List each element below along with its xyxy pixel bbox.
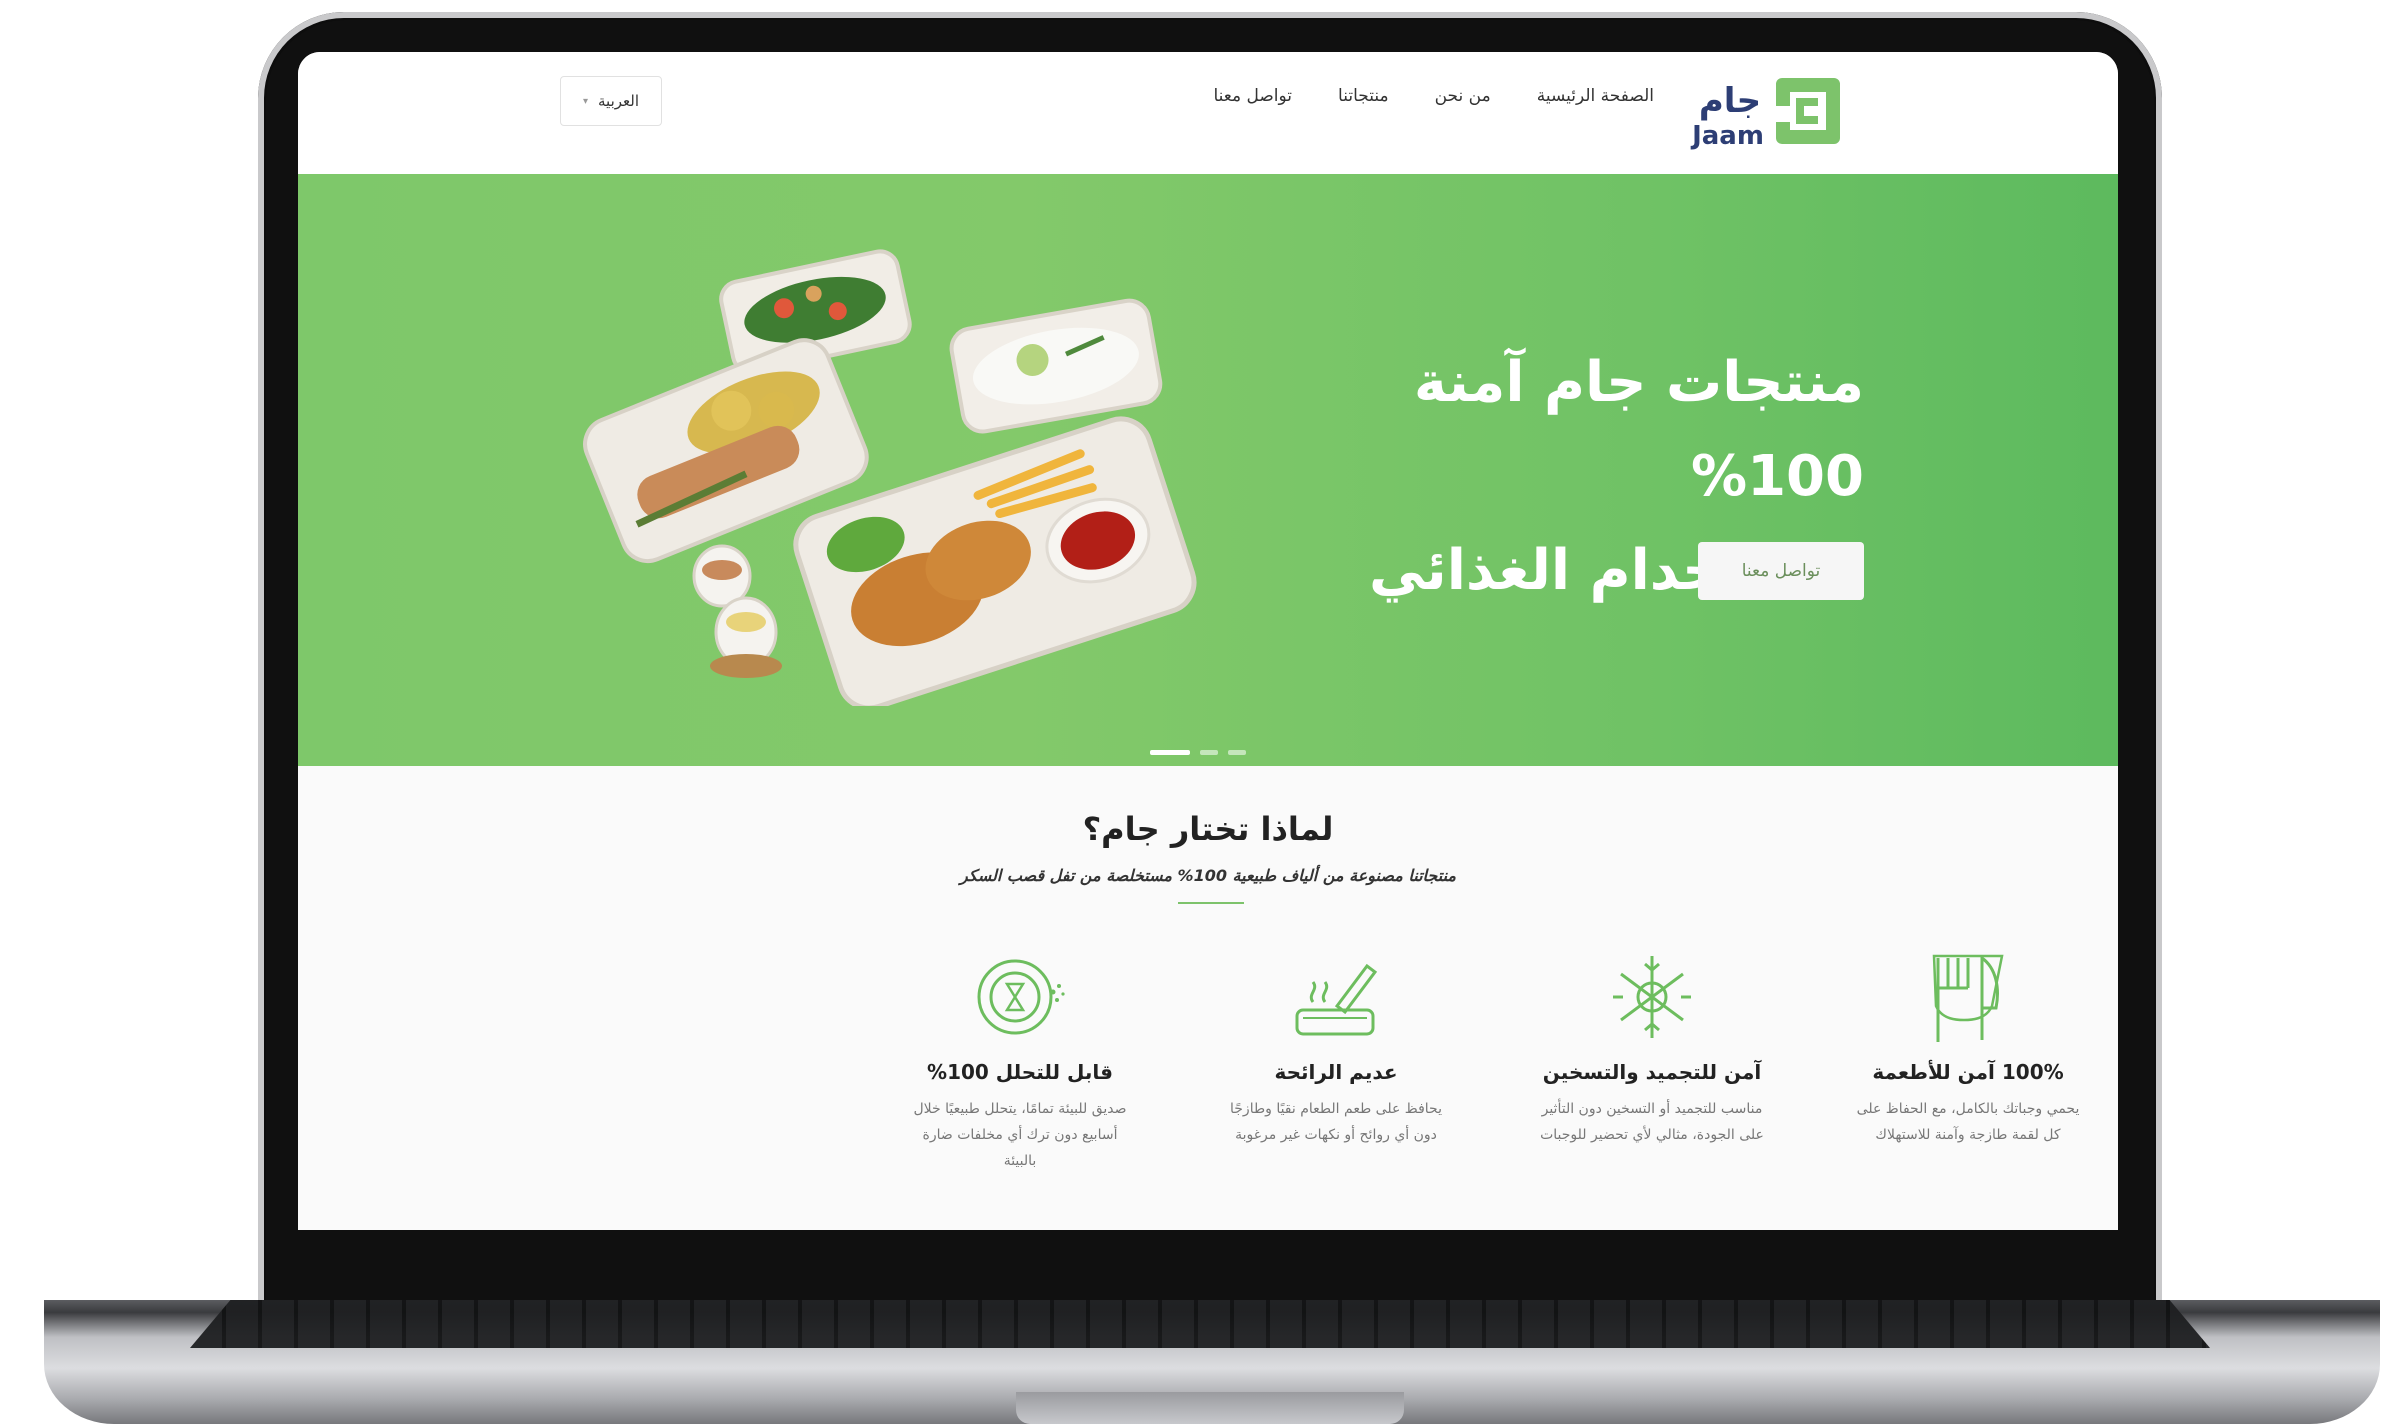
laptop-notch — [1016, 1392, 1404, 1424]
section-divider — [1178, 902, 1244, 904]
feature-freeze-heat: آمن للتجميد والتسخين مناسب للتجميد أو ال… — [1522, 952, 1782, 1148]
nav-home[interactable]: الصفحة الرئيسية — [1537, 86, 1654, 120]
feature-title: 100% آمن للأطعمة — [1872, 1060, 2064, 1084]
feature-biodegradable: قابل للتحلل 100% صديق للبيئة تمامًا، يتح… — [890, 952, 1150, 1174]
feature-text: يحافظ على طعم الطعام نقيًا وطازجًا دون أ… — [1230, 1101, 1442, 1143]
main-nav: الصفحة الرئيسية من نحن منتجاتنا تواصل مع… — [894, 86, 1654, 120]
feature-text: مناسب للتجميد أو التسخين دون التأثير على… — [1540, 1101, 1764, 1143]
fork-knife-icon — [1932, 954, 2004, 1042]
logo-arabic-text: جام — [1699, 81, 1761, 121]
feature-title: قابل للتحلل 100% — [927, 1060, 1113, 1084]
language-select[interactable]: ▾ العربية — [560, 76, 662, 126]
biodegradable-icon — [977, 959, 1065, 1035]
odorless-tray-icon — [1295, 963, 1378, 1036]
jaam-logo[interactable]: جام Jaam — [1684, 68, 1844, 152]
why-subtitle: منتجاتنا مصنوعة من ألياف طبيعية 100% مست… — [960, 866, 1456, 885]
nav-about[interactable]: من نحن — [1435, 86, 1491, 120]
why-title: لماذا تختار جام؟ — [1082, 810, 1334, 848]
feature-odorless: عديم الرائحة يحافظ على طعم الطعام نقيًا … — [1206, 952, 1466, 1148]
feature-text: يحمي وجباتك بالكامل، مع الحفاظ على كل لق… — [1856, 1101, 2080, 1143]
chevron-down-icon: ▾ — [582, 95, 589, 107]
laptop-screen: جام Jaam الصفحة الرئيسية من نحن منتجاتنا… — [298, 52, 2118, 1230]
slider-dots — [1150, 750, 1246, 755]
nav-contact[interactable]: تواصل معنا — [1213, 86, 1292, 120]
jaam-logo-icon: جام Jaam — [1690, 78, 1840, 151]
feature-title: آمن للتجميد والتسخين — [1542, 1060, 1762, 1084]
hero-contact-button[interactable]: تواصل معنا — [1698, 542, 1864, 600]
laptop-keyboard — [190, 1300, 2210, 1348]
feature-title: عديم الرائحة — [1274, 1060, 1398, 1084]
feature-text: صديق للبيئة تمامًا، يتحلل طبيعيًا خلال أ… — [913, 1101, 1127, 1169]
nav-products[interactable]: منتجاتنا — [1338, 86, 1389, 120]
slider-dot-2[interactable] — [1200, 750, 1218, 755]
feature-food-safe: 100% آمن للأطعمة يحمي وجباتك بالكامل، مع… — [1838, 952, 2098, 1148]
site-header: جام Jaam الصفحة الرئيسية من نحن منتجاتنا… — [298, 52, 2118, 174]
food-trays-image — [583, 249, 1197, 706]
hero-title-line1: منتجات جام آمنة 100% — [1413, 350, 1864, 509]
language-label: العربية — [598, 92, 640, 110]
hero-banner: منتجات جام آمنة 100% للاستخدام الغذائي ت… — [298, 174, 2118, 766]
slider-dot-3[interactable] — [1228, 750, 1246, 755]
slider-dot-1[interactable] — [1150, 750, 1190, 755]
features-row: 100% آمن للأطعمة يحمي وجباتك بالكامل، مع… — [598, 952, 2118, 1212]
logo-latin-text: Jaam — [1690, 121, 1764, 151]
snowflake-sun-icon — [1613, 956, 1691, 1038]
